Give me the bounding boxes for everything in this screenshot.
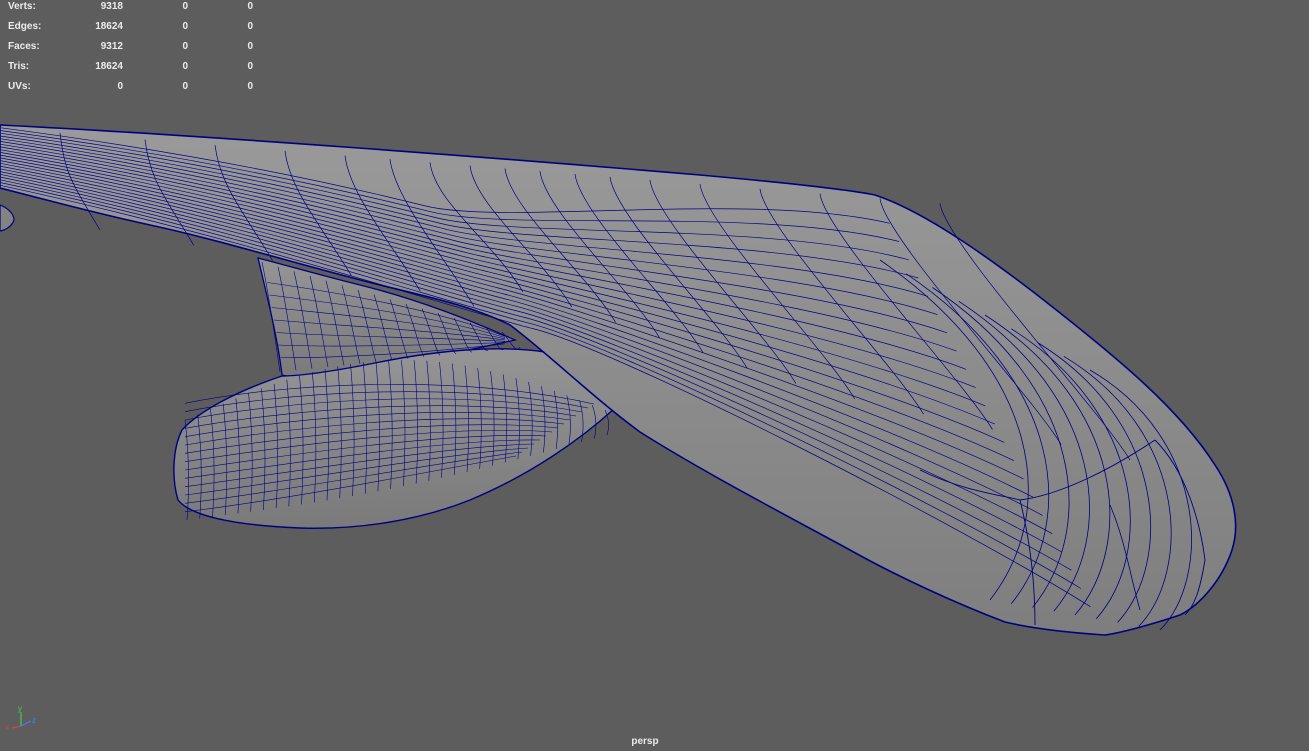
hud-value-selected: 0 xyxy=(182,1,188,12)
mesh-wireframe-view[interactable] xyxy=(0,0,1309,751)
perspective-viewport[interactable]: Verts: 9318 0 0 Edges: 18624 0 0 Faces: … xyxy=(0,0,1309,751)
hud-value-selected: 0 xyxy=(182,81,188,92)
hud-label: UVs: xyxy=(8,81,31,92)
hud-label: Faces: xyxy=(8,41,40,52)
hud-value-selected: 0 xyxy=(182,21,188,32)
hud-value-component: 0 xyxy=(247,81,253,92)
hud-value-component: 0 xyxy=(247,21,253,32)
hud-label: Verts: xyxy=(8,1,36,12)
camera-name-label: persp xyxy=(631,736,659,747)
hud-value-component: 0 xyxy=(247,41,253,52)
hud-label: Tris: xyxy=(8,61,30,72)
hud-value-selected: 0 xyxy=(182,61,188,72)
axis-z-line xyxy=(20,720,32,727)
hud-value-selected: 0 xyxy=(182,41,188,52)
hud-value-object: 0 xyxy=(117,81,123,92)
axis-gizmo-icon: y x z xyxy=(5,704,36,732)
axis-x-label: x xyxy=(5,723,9,732)
hud-row-edges: Edges: 18624 0 0 xyxy=(0,20,270,34)
hud-value-object: 9312 xyxy=(100,41,123,52)
hud-row-tris: Tris: 18624 0 0 xyxy=(0,60,270,74)
axis-y-label: y xyxy=(18,704,22,713)
hud-value-component: 0 xyxy=(247,1,253,12)
hud-value-object: 18624 xyxy=(95,61,123,72)
mesh-pod xyxy=(173,348,616,529)
hud-row-verts: Verts: 9318 0 0 xyxy=(0,0,270,14)
hud-row-faces: Faces: 9312 0 0 xyxy=(0,40,270,54)
axis-x-line xyxy=(11,725,22,729)
hud-value-object: 18624 xyxy=(95,21,123,32)
axis-z-label: z xyxy=(32,716,36,725)
hud-label: Edges: xyxy=(8,21,42,32)
mesh-fragment-left xyxy=(0,204,15,232)
hud-row-uvs: UVs: 0 0 0 xyxy=(0,80,270,94)
hud-value-object: 9318 xyxy=(100,1,123,12)
hud-value-component: 0 xyxy=(247,61,253,72)
